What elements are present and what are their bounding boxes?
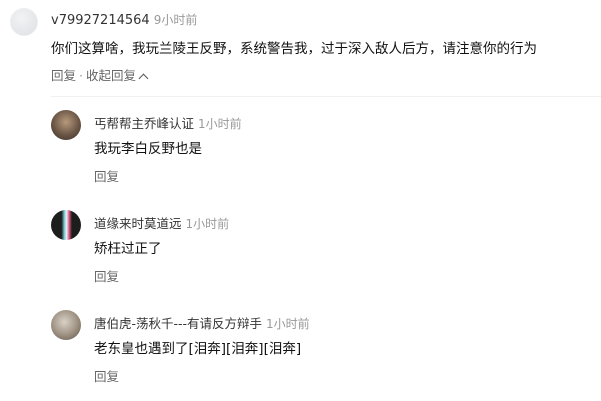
reply-item: 唐伯虎-荡秋千---有请反方辩手 1小时前 老东皇也遇到了[泪奔][泪奔][泪奔]… [0,303,601,401]
avatar[interactable] [51,310,81,340]
timestamp: 9小时前 [153,13,198,27]
reply-item: 丐帮帮主乔峰认证 1小时前 我玩李白反野也是 回复 [0,100,601,200]
timestamp: 1小时前 [185,217,230,231]
comment-actions: 回复 · 收起回复 [51,65,149,84]
username[interactable]: 丐帮帮主乔峰认证 [94,116,194,131]
timestamp: 1小时前 [266,317,310,331]
reply-button[interactable]: 回复 [94,266,119,285]
avatar[interactable] [51,210,81,240]
username[interactable]: v79927214564 [51,13,150,28]
divider [51,96,601,97]
main-comment: v79927214564 9小时前 你们这算啥，我玩兰陵王反野，系统警告我，过于深… [0,0,601,92]
collapse-replies-button[interactable]: 收起回复 [86,68,149,84]
reply-button[interactable]: 回复 [51,68,76,83]
collapse-replies-label: 收起回复 [86,68,137,83]
avatar[interactable] [10,8,38,36]
reply-text: 矫枉过正了 [94,241,162,257]
reply-header: 唐伯虎-荡秋千---有请反方辩手 1小时前 [94,313,310,332]
reply-header: 道缘来时莫道远 1小时前 [94,213,229,232]
reply-button[interactable]: 回复 [94,366,119,385]
reply-button[interactable]: 回复 [94,166,119,185]
username[interactable]: 唐伯虎-荡秋千---有请反方辩手 [94,316,262,331]
comment-text: 你们这算啥，我玩兰陵王反野，系统警告我，过于深入敌人后方，请注意你的行为 [51,41,537,57]
avatar[interactable] [51,110,81,140]
reply-text: 老东皇也遇到了[泪奔][泪奔][泪奔] [94,341,302,357]
separator-dot: · [79,68,83,83]
comment-header: v79927214564 9小时前 [51,11,197,28]
username[interactable]: 道缘来时莫道远 [94,216,182,231]
chevron-up-icon [138,73,149,84]
reply-header: 丐帮帮主乔峰认证 1小时前 [94,113,242,132]
reply-item: 道缘来时莫道远 1小时前 矫枉过正了 回复 [0,203,601,303]
timestamp: 1小时前 [198,117,242,131]
reply-text: 我玩李白反野也是 [94,141,202,157]
